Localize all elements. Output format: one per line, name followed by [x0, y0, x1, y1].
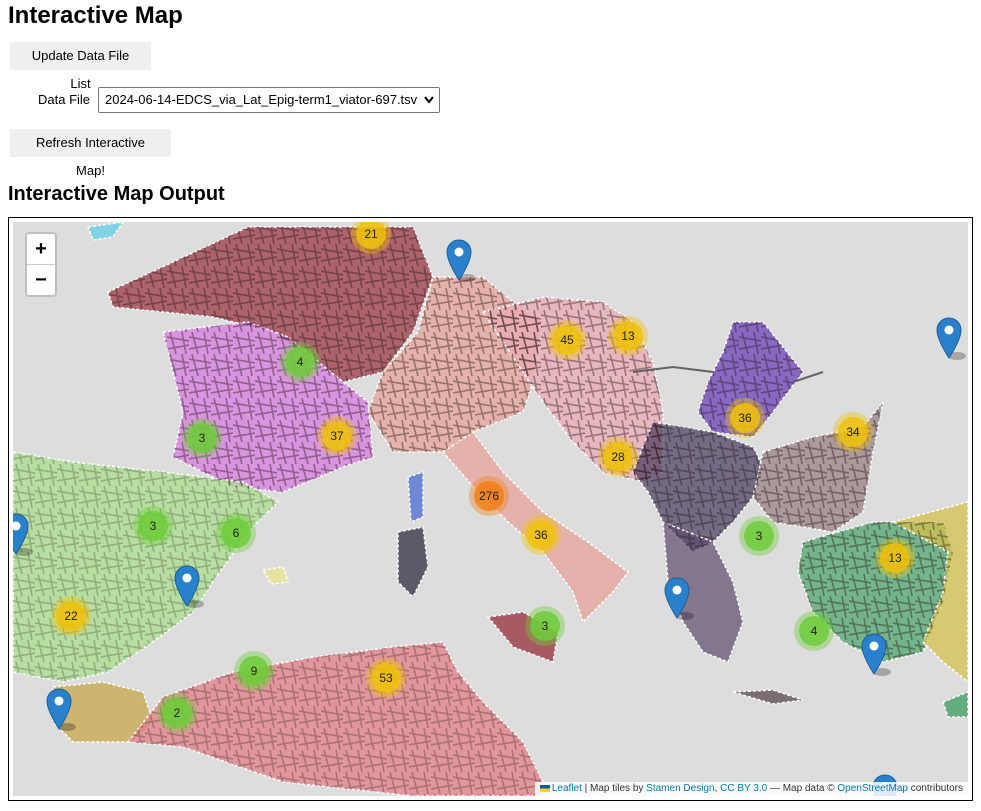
region-corsica: [407, 470, 424, 524]
interactive-map[interactable]: 21 4 45 13 3 37 36 34 28 276 3 6 36 3 13 22 3 4 9 53 2 + − L…: [13, 222, 968, 796]
openstreetmap-link[interactable]: OpenStreetMap: [837, 783, 908, 794]
data-file-selected-value: 2024-06-14-EDCS_via_Lat_Epig-term1_viato…: [105, 92, 418, 107]
stamen-link[interactable]: Stamen Design: [646, 783, 714, 794]
cluster-count: 36: [738, 411, 752, 425]
marker-cluster[interactable]: 276: [469, 476, 509, 516]
cluster-count: 9: [251, 664, 258, 678]
region-britannia-edge: [86, 222, 124, 241]
license-link[interactable]: CC BY 3.0: [720, 783, 767, 794]
refresh-interactive-map-button[interactable]: Refresh Interactive Map!: [10, 129, 171, 178]
data-file-label: Data File: [38, 92, 91, 107]
leaflet-link[interactable]: Leaflet: [552, 783, 582, 794]
marker-cluster[interactable]: 3: [133, 506, 173, 546]
cluster-count: 4: [297, 355, 304, 369]
region-creta: [732, 689, 804, 705]
marker-cluster[interactable]: 3: [739, 516, 779, 556]
cluster-count: 3: [150, 519, 157, 533]
cluster-count: 34: [846, 425, 860, 439]
map-pin-icon[interactable]: [446, 239, 476, 282]
map-pin-icon[interactable]: [936, 317, 966, 360]
data-file-select[interactable]: 2024-06-14-EDCS_via_Lat_Epig-term1_viato…: [98, 87, 440, 113]
update-data-file-list-button[interactable]: Update Data File List: [10, 42, 151, 91]
cluster-count: 22: [64, 609, 78, 623]
marker-cluster[interactable]: 3: [525, 606, 565, 646]
cluster-count: 13: [621, 329, 635, 343]
marker-cluster[interactable]: 22: [51, 596, 91, 636]
cluster-count: 3: [756, 529, 763, 543]
page-title: Interactive Map: [8, 2, 183, 29]
marker-cluster[interactable]: 37: [317, 416, 357, 456]
marker-cluster[interactable]: 34: [833, 412, 873, 452]
cluster-count: 4: [811, 624, 818, 638]
cluster-count: 276: [479, 489, 499, 503]
region-cyprus: [942, 691, 968, 718]
zoom-control: + −: [25, 232, 57, 297]
marker-cluster[interactable]: 53: [366, 658, 406, 698]
cluster-count: 2: [174, 706, 181, 720]
map-canvas[interactable]: 21445 133 373634282763 6 36 313223 49 532: [13, 222, 968, 796]
marker-cluster[interactable]: 4: [280, 342, 320, 382]
zoom-in-button[interactable]: +: [27, 234, 55, 265]
cluster-count: 3: [199, 431, 206, 445]
cluster-count: 3: [542, 619, 549, 633]
zoom-out-button[interactable]: −: [27, 265, 55, 295]
marker-cluster[interactable]: 13: [608, 316, 648, 356]
ukraine-flag-icon: [539, 784, 550, 792]
marker-cluster[interactable]: 9: [234, 651, 274, 691]
cluster-count: 13: [888, 551, 902, 565]
chevron-down-icon: [423, 88, 435, 112]
marker-cluster[interactable]: 28: [598, 437, 638, 477]
marker-cluster[interactable]: 2: [157, 693, 197, 733]
marker-cluster[interactable]: 36: [521, 515, 561, 555]
cluster-count: 6: [233, 526, 240, 540]
region-balearics: [261, 566, 290, 585]
attribution-text: | Map tiles by: [581, 783, 647, 794]
marker-cluster[interactable]: 36: [725, 398, 765, 438]
marker-cluster[interactable]: 13: [875, 538, 915, 578]
cluster-count: 28: [611, 450, 625, 464]
cluster-count: 36: [534, 528, 548, 542]
map-attribution: Leaflet | Map tiles by Stamen Design, CC…: [534, 782, 968, 796]
marker-cluster[interactable]: 45: [547, 320, 587, 360]
cluster-count: 45: [560, 333, 574, 347]
region-sardinia: [397, 526, 429, 599]
cluster-count: 37: [330, 429, 344, 443]
marker-cluster[interactable]: 3: [182, 418, 222, 458]
attribution-text: contributors: [907, 783, 963, 794]
cluster-count: 53: [379, 671, 393, 685]
marker-cluster[interactable]: 4: [794, 611, 834, 651]
map-output-heading: Interactive Map Output: [8, 183, 225, 205]
cluster-count: 21: [364, 227, 378, 241]
marker-cluster[interactable]: 6: [216, 513, 256, 553]
attribution-text: — Map data ©: [767, 783, 838, 794]
